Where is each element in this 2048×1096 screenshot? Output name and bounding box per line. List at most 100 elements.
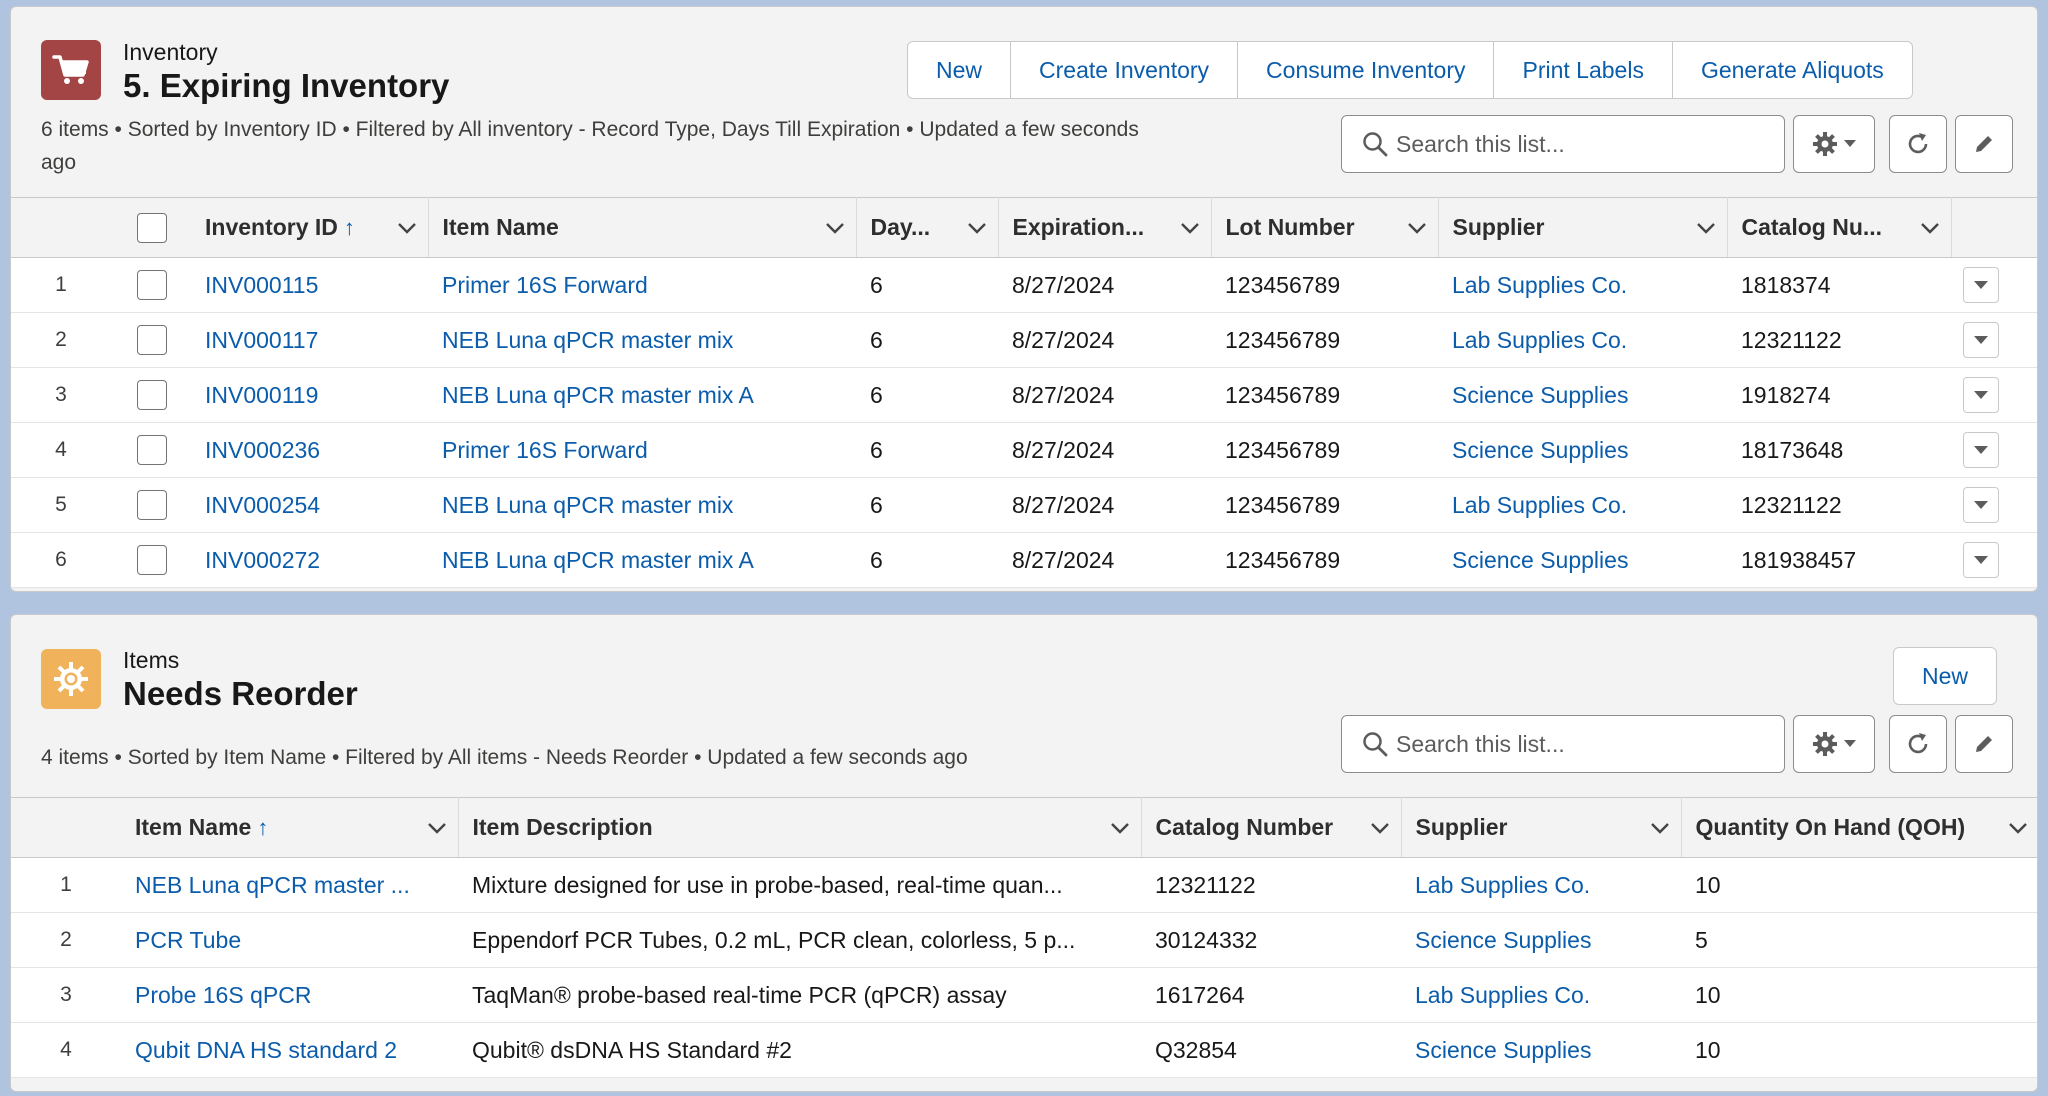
inventory-id-link[interactable]: INV000119 [205,382,318,408]
supplier-link[interactable]: Science Supplies [1415,1037,1591,1063]
row-actions-menu[interactable] [1963,542,1999,578]
chevron-down-icon[interactable] [1919,220,1941,236]
search-list-box[interactable] [1341,115,1785,173]
item-name-link[interactable]: NEB Luna qPCR master mix A [442,547,754,573]
chevron-down-icon[interactable] [2007,820,2029,836]
item-name-link[interactable]: NEB Luna qPCR master ... [135,872,410,898]
needs-reorder-card: Items Needs Reorder 4 items • Sorted by … [10,614,2038,1092]
chevron-down-icon[interactable] [426,820,448,836]
search-input[interactable] [1396,130,1756,158]
chevron-down-icon[interactable] [1649,820,1671,836]
search-list-box[interactable] [1341,715,1785,773]
supplier-link[interactable]: Lab Supplies Co. [1452,327,1627,353]
catalog-number-cell: 12321122 [1141,857,1401,913]
column-header-item-name[interactable]: Item Name [428,197,857,258]
row-checkbox[interactable] [137,270,167,300]
column-header-supplier[interactable]: Supplier [1401,797,1682,858]
supplier-link[interactable]: Science Supplies [1452,547,1628,573]
generate-aliquots-button[interactable]: Generate Aliquots [1671,41,1913,99]
inventory-id-link[interactable]: INV000254 [205,492,320,518]
inventory-id-link[interactable]: INV000236 [205,437,320,463]
row-checkbox[interactable] [137,325,167,355]
table-row: 4 INV000236 Primer 16S Forward 6 8/27/20… [11,422,2037,478]
search-input[interactable] [1396,730,1756,758]
edit-list-button[interactable] [1955,715,2013,773]
list-view-title[interactable]: Needs Reorder [123,675,358,713]
chevron-down-icon[interactable] [396,220,418,236]
table-row: 5 INV000254 NEB Luna qPCR master mix 6 8… [11,477,2037,533]
column-header-quantity-on-hand[interactable]: Quantity On Hand (QOH) [1681,797,2037,858]
chevron-down-icon[interactable] [1179,220,1201,236]
consume-inventory-button[interactable]: Consume Inventory [1237,41,1495,99]
select-all-checkbox[interactable] [137,212,167,243]
item-name-link[interactable]: Primer 16S Forward [442,272,648,298]
row-checkbox[interactable] [137,545,167,575]
supplier-cell: Science Supplies [1438,367,1727,423]
column-header-supplier[interactable]: Supplier [1438,197,1728,258]
item-name-link[interactable]: NEB Luna qPCR master mix [442,492,733,518]
inventory-id-link[interactable]: INV000272 [205,547,320,573]
supplier-cell: Lab Supplies Co. [1438,477,1727,533]
supplier-link[interactable]: Lab Supplies Co. [1415,872,1590,898]
refresh-button[interactable] [1889,115,1947,173]
row-select-cell [111,532,191,588]
column-header-inventory-id[interactable]: Inventory ID ↑ [191,197,429,258]
column-label: Supplier [1415,814,1508,840]
row-checkbox[interactable] [137,380,167,410]
edit-list-button[interactable] [1955,115,2013,173]
item-name-link[interactable]: NEB Luna qPCR master mix A [442,382,754,408]
list-settings-button[interactable] [1793,115,1875,173]
supplier-link[interactable]: Science Supplies [1452,437,1628,463]
row-number: 4 [11,1022,121,1078]
supplier-link[interactable]: Lab Supplies Co. [1452,272,1627,298]
row-actions-menu[interactable] [1963,432,1999,468]
row-actions-menu[interactable] [1963,377,1999,413]
row-actions-menu[interactable] [1963,487,1999,523]
supplier-link[interactable]: Science Supplies [1415,927,1591,953]
caret-down-icon [1974,500,1988,509]
column-header-lot-number[interactable]: Lot Number [1211,197,1439,258]
column-header-item-name[interactable]: Item Name ↑ [121,797,459,858]
item-description-cell: Eppendorf PCR Tubes, 0.2 mL, PCR clean, … [458,912,1141,968]
chevron-down-icon[interactable] [1369,820,1391,836]
create-inventory-button[interactable]: Create Inventory [1010,41,1239,99]
print-labels-button[interactable]: Print Labels [1493,41,1673,99]
column-header-days[interactable]: Day... [856,197,999,258]
column-header-catalog-number[interactable]: Catalog Number [1141,797,1402,858]
row-checkbox[interactable] [137,490,167,520]
new-button[interactable]: New [907,41,1012,99]
chevron-down-icon[interactable] [1406,220,1428,236]
column-header-expiration[interactable]: Expiration... [998,197,1212,258]
row-actions-menu[interactable] [1963,322,1999,358]
chevron-down-icon[interactable] [966,220,988,236]
supplier-link[interactable]: Lab Supplies Co. [1415,982,1590,1008]
chevron-down-icon[interactable] [824,220,846,236]
chevron-down-icon[interactable] [1695,220,1717,236]
new-button[interactable]: New [1893,647,1998,705]
list-actions: New Create Inventory Consume Inventory P… [907,41,1913,99]
column-header-item-description[interactable]: Item Description [458,797,1142,858]
row-actions-menu[interactable] [1963,267,1999,303]
refresh-button[interactable] [1889,715,1947,773]
lot-number-cell: 123456789 [1211,422,1438,478]
item-name-link[interactable]: NEB Luna qPCR master mix [442,327,733,353]
row-checkbox[interactable] [137,435,167,465]
item-name-link[interactable]: PCR Tube [135,927,241,953]
item-name-link[interactable]: Probe 16S qPCR [135,982,311,1008]
item-name-link[interactable]: Primer 16S Forward [442,437,648,463]
list-view-title[interactable]: 5. Expiring Inventory [123,67,449,105]
item-name-link[interactable]: Qubit DNA HS standard 2 [135,1037,397,1063]
list-settings-button[interactable] [1793,715,1875,773]
inventory-id-link[interactable]: INV000117 [205,327,318,353]
chevron-down-icon[interactable] [1109,820,1131,836]
row-number: 4 [11,422,111,478]
inventory-id-link[interactable]: INV000115 [205,272,318,298]
supplier-link[interactable]: Science Supplies [1452,382,1628,408]
column-header-catalog-number[interactable]: Catalog Nu... [1727,197,1952,258]
expiration-cell: 8/27/2024 [998,422,1211,478]
gear-sun-icon [41,649,101,709]
column-label: Item Name [135,814,252,840]
item-name-cell: NEB Luna qPCR master mix A [428,532,856,588]
supplier-link[interactable]: Lab Supplies Co. [1452,492,1627,518]
table-header-row: Inventory ID ↑ Item Name Day... Expiratio… [11,197,2037,258]
